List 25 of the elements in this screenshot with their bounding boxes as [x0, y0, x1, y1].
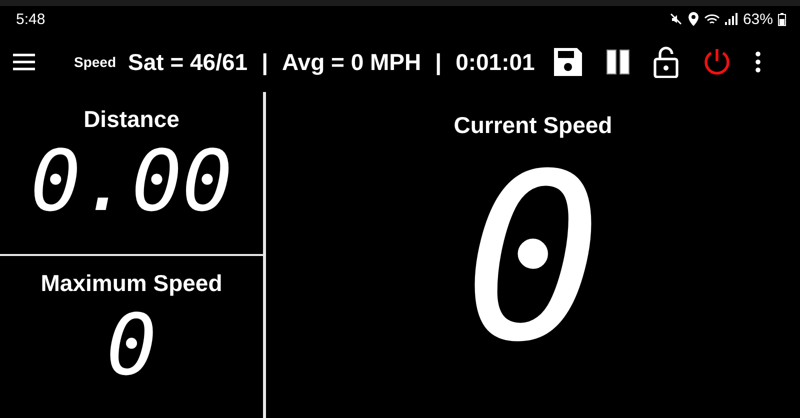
battery-icon — [778, 12, 786, 26]
wifi-icon — [704, 12, 720, 26]
location-icon — [688, 12, 699, 26]
screen-title: Speed — [74, 54, 116, 70]
pause-button[interactable] — [606, 49, 630, 75]
signal-icon — [724, 13, 738, 25]
unlock-button[interactable] — [652, 46, 679, 78]
separator: | — [435, 48, 442, 76]
average-speed: Avg = 0 MPH — [282, 48, 422, 76]
battery-percent: 63% — [742, 10, 773, 28]
menu-button[interactable] — [12, 53, 36, 71]
current-speed-value: 0 — [464, 145, 602, 375]
power-button[interactable] — [702, 47, 732, 77]
maximum-speed-value: 0 — [106, 303, 157, 387]
mute-icon — [668, 12, 683, 26]
distance-value: 0.00 — [30, 139, 233, 223]
status-time: 5:48 — [16, 10, 46, 28]
distance-label: Distance — [84, 106, 180, 133]
maximum-speed-label: Maximum Speed — [40, 270, 222, 297]
elapsed-time: 0:01:01 — [456, 48, 535, 76]
save-button[interactable] — [552, 47, 583, 77]
separator: | — [262, 48, 268, 76]
current-speed-label: Current Speed — [454, 112, 612, 139]
satellite-count: Sat = 46/61 — [128, 48, 248, 76]
more-options-button[interactable] — [754, 51, 761, 73]
